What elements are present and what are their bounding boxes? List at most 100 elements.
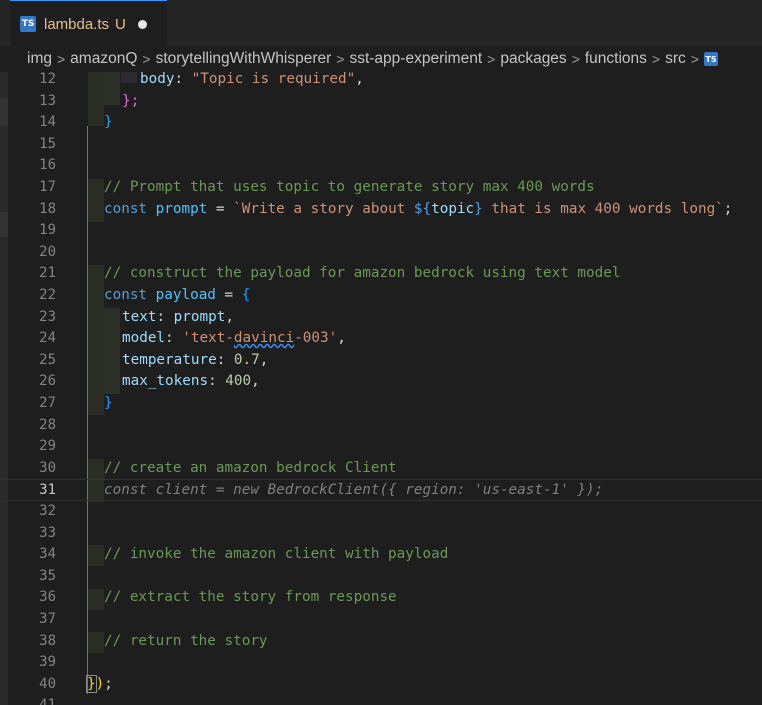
line-number: 15 xyxy=(39,135,56,152)
code-comment: // extract the story from response xyxy=(104,589,397,606)
breadcrumb-item-storytelling[interactable]: storytellingWithWhisperer xyxy=(156,50,332,68)
code-line-20[interactable]: 20 xyxy=(0,242,762,264)
code-line-25[interactable]: 25 temperature: 0.7, xyxy=(0,350,762,372)
code-editor[interactable]: 12 body: "Topic is required", 13 }; 14 }… xyxy=(0,72,762,705)
code-line-18[interactable]: 18 const prompt = `Write a story about $… xyxy=(0,199,762,221)
code-token: } xyxy=(104,395,113,411)
code-token: that is max 400 words long` xyxy=(482,200,724,217)
typescript-file-icon[interactable]: TS xyxy=(703,52,718,66)
code-line-34[interactable]: 34 // invoke the amazon client with payl… xyxy=(0,544,762,566)
code-token: prompt xyxy=(155,200,208,217)
code-token: ; xyxy=(104,675,113,692)
matched-bracket: } xyxy=(86,674,97,693)
code-token: body xyxy=(140,72,175,87)
code-line-24[interactable]: 24 model: 'text-davinci-003', xyxy=(0,328,762,350)
code-line-35[interactable]: 35 xyxy=(0,566,762,588)
code-token: max_tokens xyxy=(122,373,209,390)
code-token: 400 xyxy=(225,373,252,390)
code-token: const xyxy=(104,200,148,217)
code-token: , xyxy=(355,72,364,87)
line-number: 28 xyxy=(39,416,56,433)
code-token: text xyxy=(122,308,157,325)
code-token: const xyxy=(104,287,148,303)
breadcrumb-item-amazonq[interactable]: amazonQ xyxy=(70,50,137,68)
unsaved-dot-icon[interactable] xyxy=(137,19,147,29)
tab-untracked-status: U xyxy=(115,15,126,33)
code-line-26[interactable]: 26 max_tokens: 400, xyxy=(0,371,762,393)
code-line-33[interactable]: 33 xyxy=(0,523,762,545)
code-comment: // create an amazon bedrock Client xyxy=(104,459,397,476)
line-number: 20 xyxy=(39,243,56,260)
code-token: : xyxy=(216,351,234,368)
line-number: 31 xyxy=(39,482,56,499)
code-token: } xyxy=(474,200,483,217)
spelling-warning-token[interactable]: davinci xyxy=(234,330,294,346)
tab-lambda-ts[interactable]: TS lambda.ts U xyxy=(10,0,167,47)
line-number: 34 xyxy=(39,546,56,563)
code-token: : xyxy=(208,373,226,390)
line-number: 17 xyxy=(39,179,56,195)
line-number: 21 xyxy=(39,265,56,282)
breadcrumb-item-packages[interactable]: packages xyxy=(500,50,566,68)
line-number: 23 xyxy=(39,308,56,325)
line-number: 32 xyxy=(39,503,56,519)
breadcrumb-item-img[interactable]: img xyxy=(27,50,52,68)
code-line-31-current[interactable]: 31 const client = new BedrockClient({ re… xyxy=(0,479,762,501)
code-token: `Write a story about xyxy=(233,200,414,217)
line-number: 22 xyxy=(39,287,56,303)
code-line-38[interactable]: 38 // return the story xyxy=(0,631,762,653)
code-line-30[interactable]: 30 // create an amazon bedrock Client xyxy=(0,458,762,480)
code-line-19[interactable]: 19 xyxy=(0,220,762,242)
code-line-39[interactable]: 39 xyxy=(0,652,762,674)
code-line-41[interactable]: 41 xyxy=(0,695,762,705)
code-line-16[interactable]: 16 xyxy=(0,155,762,177)
code-line-23[interactable]: 23 text: prompt, xyxy=(0,307,762,329)
code-line-32[interactable]: 32 xyxy=(0,501,762,523)
chevron-right-icon: > xyxy=(142,51,151,67)
line-number: 27 xyxy=(39,395,56,411)
code-line-12[interactable]: 12 body: "Topic is required", xyxy=(0,72,762,91)
chevron-right-icon: > xyxy=(336,51,345,67)
line-number: 16 xyxy=(39,157,56,174)
code-token: : xyxy=(156,308,174,325)
code-token: topic xyxy=(431,200,475,217)
code-token: ${ xyxy=(413,200,432,217)
code-comment: // construct the payload for amazon bedr… xyxy=(104,265,621,282)
code-line-37[interactable]: 37 xyxy=(0,609,762,631)
code-token: 'text- xyxy=(182,330,234,347)
breadcrumb-item-src[interactable]: src xyxy=(665,50,686,68)
line-number: 29 xyxy=(39,438,56,455)
line-number: 30 xyxy=(39,459,56,476)
code-comment: // invoke the amazon client with payload xyxy=(104,546,449,563)
code-line-27[interactable]: 27 } xyxy=(0,393,762,415)
line-number: 41 xyxy=(0,695,56,705)
code-line-36[interactable]: 36 // extract the story from response xyxy=(0,587,762,609)
code-token: }; xyxy=(122,92,140,109)
code-token: "Topic is required" xyxy=(191,72,356,87)
code-line-15[interactable]: 15 xyxy=(0,134,762,156)
inline-suggestion-ghost-text[interactable]: const client = new BedrockClient({ regio… xyxy=(104,482,603,498)
code-token: { xyxy=(241,287,251,303)
code-line-17[interactable]: 17 // Prompt that uses topic to generate… xyxy=(0,177,762,199)
code-line-22[interactable]: 22 const payload = { xyxy=(0,285,762,307)
breadcrumb-item-functions[interactable]: functions xyxy=(585,50,647,68)
code-line-40[interactable]: 40 }); xyxy=(0,674,762,696)
code-token: = xyxy=(215,287,242,303)
code-token: , xyxy=(225,308,234,325)
line-number: 36 xyxy=(39,589,56,606)
code-line-29[interactable]: 29 xyxy=(0,436,762,458)
code-token: , xyxy=(251,373,260,390)
code-token: temperature xyxy=(122,351,217,368)
breadcrumb-item-sst-app[interactable]: sst-app-experiment xyxy=(349,50,482,68)
code-line-28[interactable]: 28 xyxy=(0,415,762,437)
line-number: 24 xyxy=(39,330,56,347)
tab-filename: lambda.ts xyxy=(44,15,110,33)
code-line-14[interactable]: 14 } xyxy=(0,112,762,134)
chevron-right-icon: > xyxy=(487,51,496,67)
code-line-13[interactable]: 13 }; xyxy=(0,91,762,113)
code-token: ) xyxy=(95,675,105,692)
line-number: 13 xyxy=(39,92,56,109)
code-line-21[interactable]: 21 // construct the payload for amazon b… xyxy=(0,263,762,285)
line-number: 12 xyxy=(39,72,56,87)
